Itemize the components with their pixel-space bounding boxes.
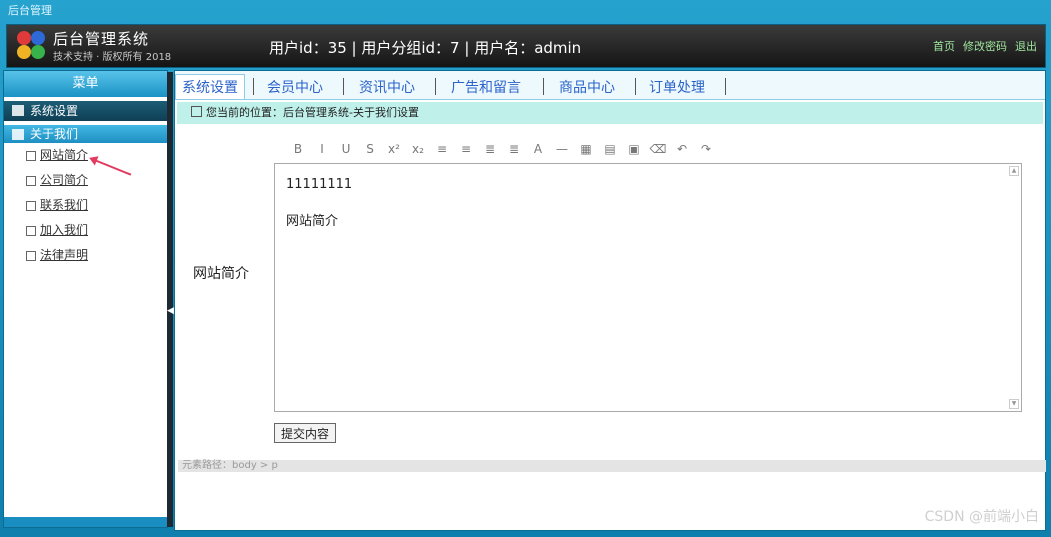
sidebar-item-company-intro[interactable]: 公司简介 — [4, 168, 167, 193]
tab-divider — [343, 78, 344, 95]
change-password-link[interactable]: 修改密码 — [963, 38, 1007, 54]
window-title: 后台管理 — [8, 4, 52, 17]
top-tabs: 系统设置 会员中心 资讯中心 广告和留言 商品中心 订单处理 — [175, 71, 1045, 100]
clear-format-icon[interactable]: ⌫ — [647, 138, 669, 160]
location-icon — [191, 106, 202, 117]
sidebar-item-contact[interactable]: 联系我们 — [4, 193, 167, 218]
bar-chart-icon — [12, 105, 24, 116]
breadcrumb: 您当前的位置：后台管理系统-关于我们设置 — [177, 102, 1043, 124]
sidebar-item-legal[interactable]: 法律声明 — [4, 243, 167, 268]
bullet-icon — [26, 176, 36, 186]
window-frame: 后台管理 后台管理系统 技术支持 · 版权所有 2018 用户id：35 | 用… — [0, 0, 1051, 537]
top-header: 后台管理系统 技术支持 · 版权所有 2018 用户id：35 | 用户分组id… — [6, 24, 1046, 68]
tab-divider — [543, 78, 544, 95]
user-info: 用户id：35 | 用户分组id：7 | 用户名：admin — [269, 39, 582, 57]
sidebar-item-label[interactable]: 加入我们 — [40, 223, 88, 237]
tab-system-settings[interactable]: 系统设置 — [175, 74, 245, 99]
sidebar-section-label: 关于我们 — [30, 127, 79, 141]
font-color-icon[interactable]: A — [527, 138, 549, 160]
main-content: 系统设置 会员中心 资讯中心 广告和留言 商品中心 订单处理 您当前的位置：后台… — [174, 70, 1046, 531]
brand-title: 后台管理系统 — [53, 30, 150, 48]
code-icon[interactable]: ▤ — [599, 138, 621, 160]
image-icon[interactable]: ▣ — [623, 138, 645, 160]
tab-divider — [725, 78, 726, 95]
subscript-icon[interactable]: x₂ — [407, 138, 429, 160]
sidebar-item-label[interactable]: 联系我们 — [40, 198, 88, 212]
sidebar-section-label: 系统设置 — [30, 104, 79, 118]
sidebar-item-site-intro[interactable]: 网站简介 — [4, 143, 167, 168]
sidebar-item-join[interactable]: 加入我们 — [4, 218, 167, 243]
tab-ads-messages[interactable]: 广告和留言 — [451, 77, 521, 97]
undo-icon[interactable]: ↶ — [671, 138, 693, 160]
home-link[interactable]: 首页 — [933, 38, 955, 54]
superscript-icon[interactable]: x² — [383, 138, 405, 160]
horizontal-rule-icon[interactable]: — — [551, 138, 573, 160]
bullet-icon — [26, 151, 36, 161]
tab-news-center[interactable]: 资讯中心 — [359, 77, 415, 97]
header-links: 首页 修改密码 退出 — [933, 38, 1037, 54]
align-center-icon[interactable]: ≡ — [455, 138, 477, 160]
tab-divider — [635, 78, 636, 95]
app-logo-icon — [17, 31, 47, 61]
editor-toolbar: B I U S x² x₂ ≡ ≡ ≣ ≣ A — ▦ ▤ ▣ ⌫ ↶ ↷ — [287, 138, 717, 160]
collapse-left-icon: ◀ — [167, 306, 174, 316]
tab-divider — [253, 78, 254, 95]
editor-line: 网站简介 — [286, 214, 339, 229]
tab-divider — [435, 78, 436, 95]
breadcrumb-text: 您当前的位置：后台管理系统-关于我们设置 — [206, 106, 419, 119]
sidebar-item-label[interactable]: 网站简介 — [40, 148, 88, 162]
sidebar-heading: 菜单 — [4, 71, 167, 97]
align-left-icon[interactable]: ≡ — [431, 138, 453, 160]
logout-link[interactable]: 退出 — [1015, 38, 1037, 54]
italic-icon[interactable]: I — [311, 138, 333, 160]
field-label: 网站简介 — [193, 266, 249, 282]
strikethrough-icon[interactable]: S — [359, 138, 381, 160]
bullet-icon — [26, 201, 36, 211]
scroll-up-icon[interactable]: ▲ — [1009, 166, 1019, 176]
list-ordered-icon[interactable]: ≣ — [503, 138, 525, 160]
watermark: CSDN @前端小白 — [924, 509, 1039, 525]
underline-icon[interactable]: U — [335, 138, 357, 160]
sidebar-item-label[interactable]: 法律声明 — [40, 248, 88, 262]
scroll-down-icon[interactable]: ▼ — [1009, 399, 1019, 409]
grid-icon — [12, 129, 24, 140]
redo-icon[interactable]: ↷ — [695, 138, 717, 160]
bullet-icon — [26, 226, 36, 236]
bullet-icon — [26, 251, 36, 261]
tab-member-center[interactable]: 会员中心 — [267, 77, 323, 97]
tab-product-center[interactable]: 商品中心 — [559, 77, 615, 97]
editor-status-bar: 元素路径：body > p — [178, 460, 1046, 472]
sidebar-section-system[interactable]: 系统设置 — [4, 101, 167, 121]
list-unordered-icon[interactable]: ≣ — [479, 138, 501, 160]
tab-order-processing[interactable]: 订单处理 — [649, 77, 705, 97]
sidebar-collapse-handle[interactable]: ◀ — [167, 72, 174, 527]
submit-button[interactable]: 提交内容 — [274, 423, 337, 443]
rich-text-editor[interactable]: 11111111 网站简介 ▲ ▼ — [274, 163, 1022, 412]
sidebar: 菜单 系统设置 关于我们 网站简介 公司简介 联系我们 加入我们 法律声明 — [3, 70, 168, 528]
brand-subtitle: 技术支持 · 版权所有 2018 — [53, 52, 172, 63]
sidebar-section-about[interactable]: 关于我们 — [4, 125, 167, 143]
table-icon[interactable]: ▦ — [575, 138, 597, 160]
sidebar-item-label[interactable]: 公司简介 — [40, 173, 88, 187]
sidebar-footer — [4, 517, 167, 527]
editor-line: 11111111 — [286, 177, 353, 192]
bold-icon[interactable]: B — [287, 138, 309, 160]
